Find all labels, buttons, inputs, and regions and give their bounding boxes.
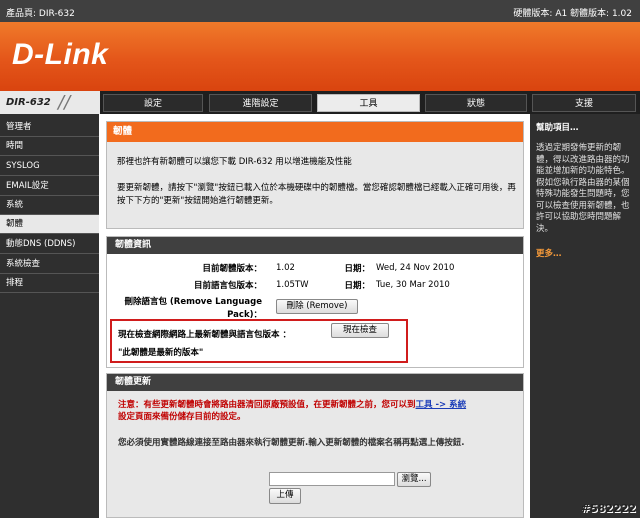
firmware-info-title: 韌體資訊: [107, 237, 523, 254]
note-text-1: 有些更新韌體時會將路由器清回原廠預設值，在更新韌體之前，您可以到: [143, 400, 416, 410]
remove-lang-label-1: 刪除語言包 (Remove Language: [124, 297, 262, 307]
tab-tools[interactable]: 工具: [317, 94, 420, 112]
tab-setup[interactable]: 設定: [103, 94, 203, 112]
check-online-label: 現在檢查網際網路上最新韌體與語言包版本 ：: [118, 330, 291, 340]
upgrade-instructions: 您必須使用實體路線連接至路由器來執行韌體更新.輸入更新韌體的檔案名稱再點選上傳按…: [118, 438, 465, 448]
tab-status[interactable]: 狀態: [425, 94, 527, 112]
fw-version-label: 目前韌體版本：: [202, 264, 262, 274]
firmware-section: 韌體 那裡也許有新韌體可以讓您下載 DIR-632 用以增進機能及性能 要更新韌…: [106, 121, 524, 229]
fw-date-value: Wed, 24 Nov 2010: [376, 263, 455, 273]
help-more-link[interactable]: 更多…: [536, 247, 562, 259]
tab-advanced[interactable]: 進階設定: [209, 94, 312, 112]
firmware-file-input[interactable]: [269, 472, 395, 486]
firmware-upgrade-title: 韌體更新: [107, 374, 523, 391]
sidebar-item-syslog[interactable]: SYSLOG: [0, 157, 99, 176]
model-label: DIR-632: [6, 97, 51, 108]
lang-version-label: 目前語言包版本：: [193, 281, 262, 291]
sidebar-item-ddns[interactable]: 動態DNS (DDNS): [0, 235, 99, 254]
firmware-intro: 那裡也許有新韌體可以讓您下載 DIR-632 用以增進機能及性能: [117, 157, 352, 167]
note-text-2: 設定頁面來備份儲存目前的設定。: [118, 412, 246, 422]
note-prefix: 注意：: [118, 400, 144, 410]
help-text: 透過定期發佈更新的韌體，得以改進路由器的功能並增加新的功能特色。假如您執行路由器…: [536, 143, 630, 234]
help-title: 幫助項目…: [536, 123, 579, 133]
sidebar-item-system[interactable]: 系統: [0, 196, 99, 215]
lang-date-label: 日期：: [344, 281, 370, 291]
sidebar-item-firmware[interactable]: 韌體: [0, 215, 99, 234]
dlink-logo: D-Link: [12, 38, 109, 71]
brand-banner: D-Link: [0, 22, 640, 91]
firmware-section-title: 韌體: [107, 122, 523, 142]
upload-button[interactable]: 上傳: [269, 488, 301, 504]
fw-date-label: 日期：: [344, 264, 370, 274]
upgrade-note: 注意：有些更新韌體時會將路由器清回原廠預設值，在更新韌體之前，您可以到工具 ->…: [118, 399, 518, 423]
lang-date-value: Tue, 30 Mar 2010: [376, 280, 450, 290]
latest-version-message: "此韌體是最新的版本": [118, 348, 204, 358]
firmware-instructions: 要更新韌體，請按下"瀏覽"按鈕已載入位於本機硬碟中的韌體檔。當您確認韌體檔已經載…: [117, 183, 516, 206]
product-page-label: 產品頁: DIR-632: [6, 9, 75, 19]
sidebar-item-admin[interactable]: 管理者: [0, 118, 99, 137]
fw-version-value: 1.02: [276, 263, 295, 273]
sidebar-item-email[interactable]: EMAIL設定: [0, 177, 99, 196]
sidebar-item-syscheck[interactable]: 系統檢查: [0, 255, 99, 274]
watermark: #582222: [580, 502, 636, 515]
version-info: 硬體版本: A1 韌體版本: 1.02: [513, 9, 632, 19]
check-now-button[interactable]: 現在檢查: [331, 323, 389, 338]
sidebar-item-schedule[interactable]: 排程: [0, 274, 99, 293]
top-info-bar: 產品頁: DIR-632 硬體版本: A1 韌體版本: 1.02: [0, 0, 640, 22]
slash-decoration: //: [58, 92, 71, 113]
tab-support[interactable]: 支援: [532, 94, 636, 112]
lang-version-value: 1.05TW: [276, 280, 309, 290]
tools-system-link[interactable]: 工具 -> 系統: [416, 400, 467, 410]
remove-language-button[interactable]: 刪除 (Remove): [276, 299, 358, 314]
sidebar-item-time[interactable]: 時間: [0, 137, 99, 156]
browse-button[interactable]: 瀏覽...: [397, 472, 431, 487]
model-label-box: DIR-632 //: [0, 91, 100, 114]
